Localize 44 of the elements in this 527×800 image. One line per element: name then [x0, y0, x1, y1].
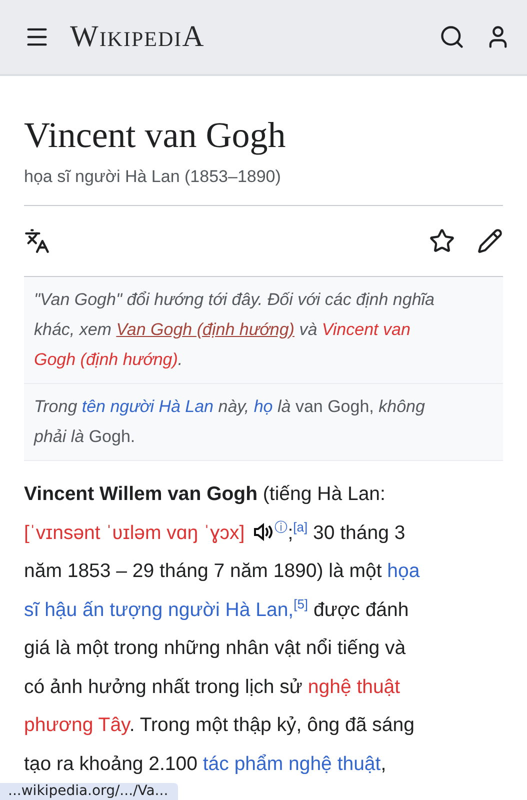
body-text: ; [288, 522, 294, 544]
missing-article-link[interactable]: Gogh (định hướng) [34, 350, 178, 370]
footnote-link[interactable]: ⓘ [274, 519, 288, 534]
body-text: van Gogh, [295, 397, 374, 416]
article-link[interactable]: Van Gogh (định hướng) [116, 320, 294, 340]
status-url: ...wikipedia.org/.../Va... [0, 783, 178, 800]
missing-article-link[interactable]: Vincent van [322, 320, 410, 340]
star-icon[interactable] [429, 228, 455, 254]
body-text: (tiếng Hà Lan: [262, 483, 386, 506]
missing-article-link[interactable]: phương Tây [24, 714, 130, 736]
body-text: "Van Gogh" đổi hướng tới đây. Đối với các định nghĩa [34, 290, 435, 310]
body-text: và [298, 320, 318, 340]
body-text: khác, xem [34, 320, 112, 340]
missing-article-link[interactable]: [ˈvɪnsənt ˈʋɪləm vɑŋ ˈɣɔx] [24, 522, 245, 544]
page-title: Vincent van Gogh [24, 114, 287, 157]
body-text: Trong [34, 397, 78, 416]
body-text: . [178, 350, 183, 370]
article-link[interactable]: họ [254, 397, 273, 416]
page-subtitle: họa sĩ người Hà Lan (1853–1890) [24, 167, 503, 206]
article-link[interactable]: tên người Hà Lan [82, 397, 214, 416]
body-text: giá là một trong những nhân vật nổi tiếng và [24, 637, 406, 660]
body-text: tạo ra khoảng 2.100 [24, 752, 198, 775]
body-text: Gogh. [88, 427, 136, 446]
body-text: có ảnh hưởng nhất trong lịch sử [24, 676, 304, 698]
footnote-link[interactable]: [5] [294, 596, 308, 612]
body-text: 30 tháng 3 [312, 522, 406, 544]
pencil-icon[interactable] [477, 228, 503, 254]
footnote-link[interactable]: [a] [293, 519, 308, 534]
article-link[interactable]: tác phẩm nghệ thuật [202, 752, 381, 775]
article-link[interactable]: họa [387, 560, 420, 582]
body-text: phải là [34, 427, 86, 446]
body-text: là [276, 397, 292, 416]
search-icon[interactable] [439, 24, 465, 50]
speaker-icon[interactable] [252, 522, 273, 541]
body-text: , [380, 752, 386, 775]
missing-article-link[interactable]: nghệ thuật [308, 676, 400, 698]
body-text: năm 1853 – 29 tháng 7 năm 1890) là một [24, 560, 383, 582]
article-link[interactable]: sĩ hậu ấn tượng người Hà Lan, [24, 598, 294, 621]
body-text: được đánh [312, 598, 409, 621]
body-text: này, [217, 397, 250, 416]
body-text: . Trong một thập kỷ, ông đã sáng [129, 714, 414, 736]
body-text: không [378, 397, 425, 416]
article-subject: Vincent Willem van Gogh [24, 483, 258, 506]
language-icon[interactable] [24, 228, 50, 254]
